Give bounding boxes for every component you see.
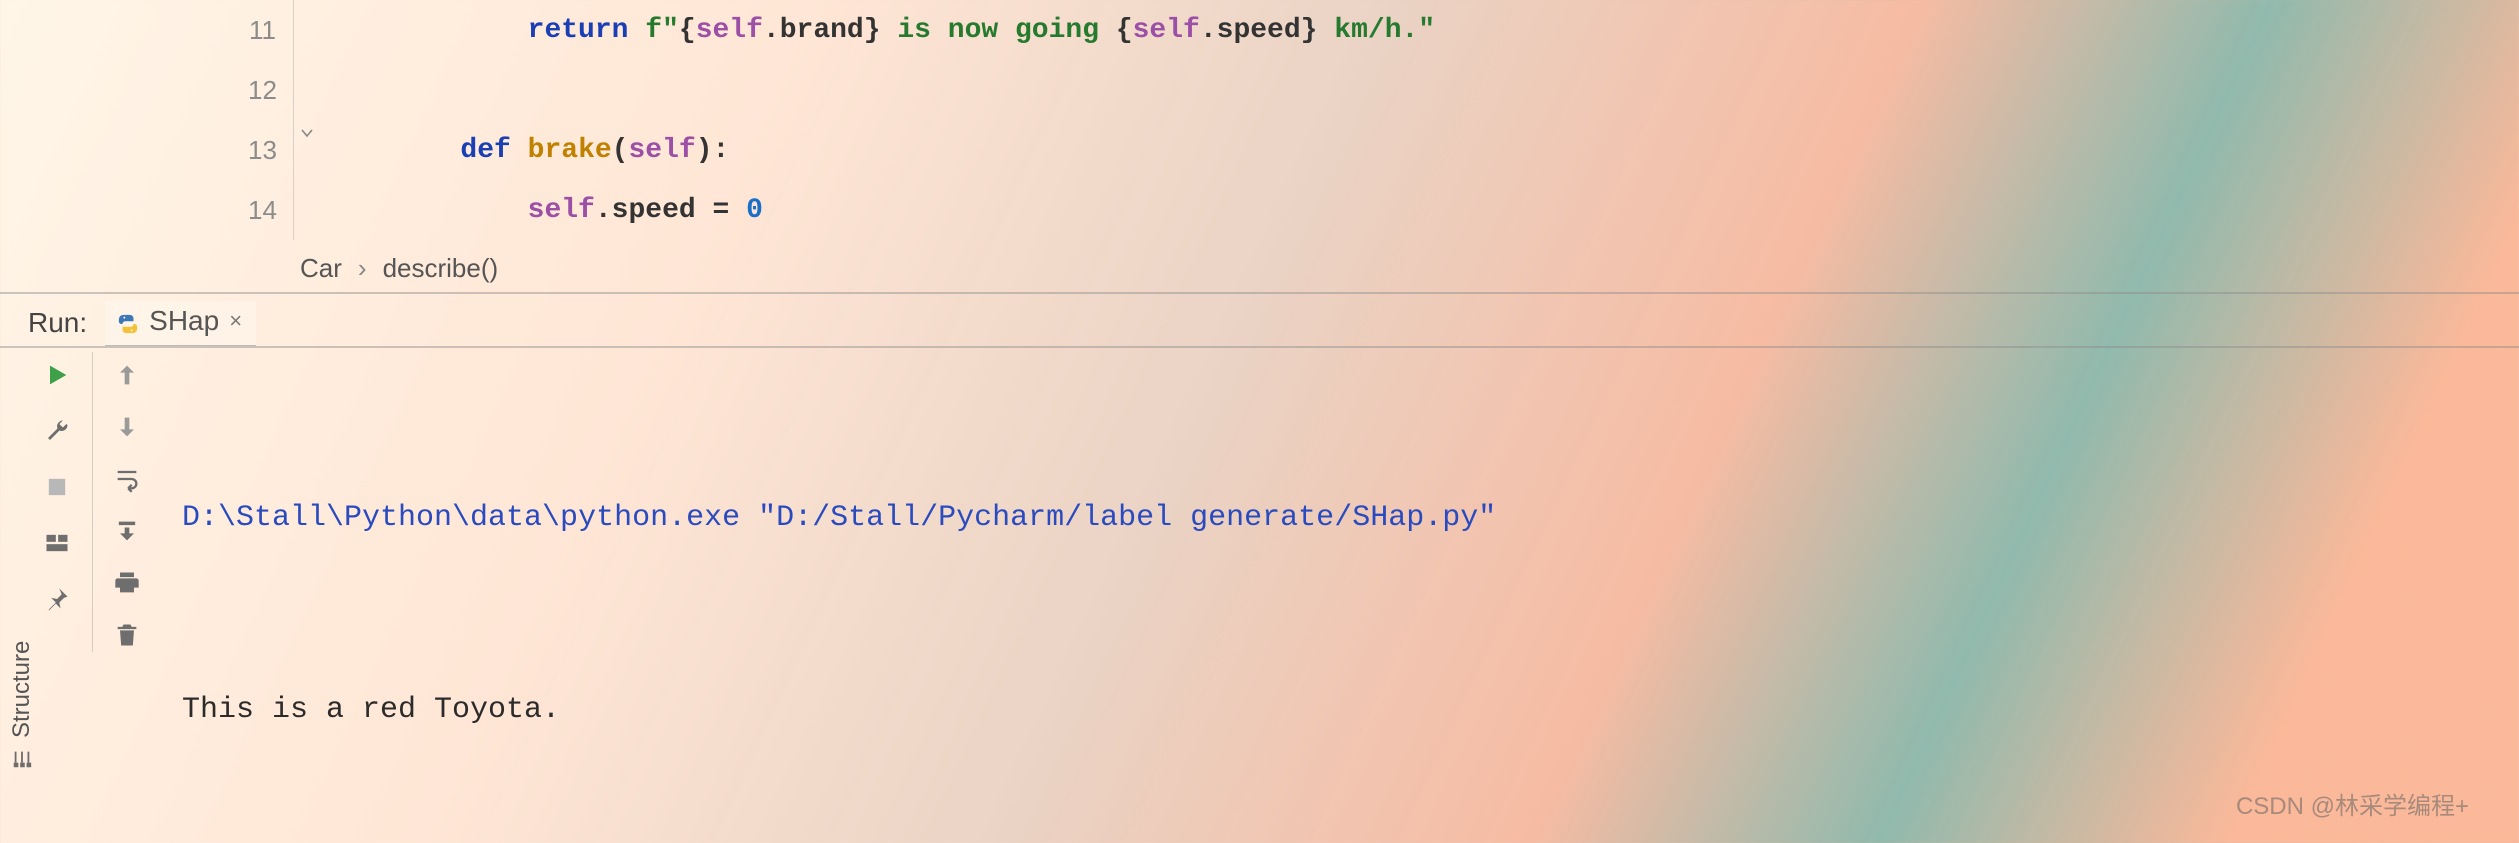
sidebar-tab-label: Structure <box>8 641 36 738</box>
code-line[interactable]: return f"{self.brand} is now going {self… <box>302 0 2519 60</box>
sidebar-tab-structure[interactable]: Structure <box>8 641 36 770</box>
console-line: This is a red Toyota. <box>182 678 2479 742</box>
line-number: 11 <box>232 0 293 60</box>
print-icon[interactable] <box>112 568 142 598</box>
scroll-to-end-icon[interactable] <box>112 516 142 546</box>
arrow-up-icon[interactable] <box>112 360 142 390</box>
pane-divider <box>0 346 2519 348</box>
run-tab-label: SHap <box>149 305 219 337</box>
toolbar-divider <box>92 352 93 652</box>
stop-icon[interactable] <box>42 472 72 502</box>
line-number: 14 <box>232 180 293 240</box>
run-toolwindow-header: Run: SHap × <box>28 302 256 344</box>
code-line[interactable]: self.speed = 0 <box>302 180 2519 240</box>
breadcrumb[interactable]: Car › describe() <box>300 248 498 288</box>
trash-icon[interactable] <box>112 620 142 650</box>
layout-icon[interactable] <box>42 528 72 558</box>
pane-divider[interactable] <box>0 292 2519 294</box>
code-line[interactable]: def brake(self): <box>302 120 2519 180</box>
run-tab[interactable]: SHap × <box>105 301 256 346</box>
watermark-text: CSDN @林采学编程+ <box>2236 786 2469 821</box>
line-gutter: 11 12 13 14 <box>232 0 294 240</box>
chevron-right-icon: › <box>358 253 367 284</box>
pin-icon[interactable] <box>42 584 72 614</box>
close-icon[interactable]: × <box>229 308 242 334</box>
line-number: 13 <box>232 120 293 180</box>
breadcrumb-item[interactable]: Car <box>300 253 342 284</box>
breadcrumb-item[interactable]: describe() <box>383 253 499 284</box>
run-label: Run: <box>28 307 87 339</box>
python-file-icon <box>117 310 139 332</box>
console-output[interactable]: D:\Stall\Python\data\python.exe "D:/Stal… <box>182 358 2479 843</box>
structure-icon <box>11 748 33 770</box>
run-toolbar-right <box>106 360 148 650</box>
code-body[interactable]: return f"{self.brand} is now going {self… <box>302 0 2519 240</box>
wrench-icon[interactable] <box>42 416 72 446</box>
arrow-down-icon[interactable] <box>112 412 142 442</box>
line-number: 12 <box>232 60 293 120</box>
console-command: D:\Stall\Python\data\python.exe "D:/Stal… <box>182 486 2479 550</box>
run-toolbar-left <box>36 360 78 614</box>
code-editor[interactable]: 11 12 13 14 return f"{self.brand} is now… <box>232 0 2519 240</box>
code-line[interactable] <box>302 60 2519 120</box>
soft-wrap-icon[interactable] <box>112 464 142 494</box>
run-icon[interactable] <box>42 360 72 390</box>
